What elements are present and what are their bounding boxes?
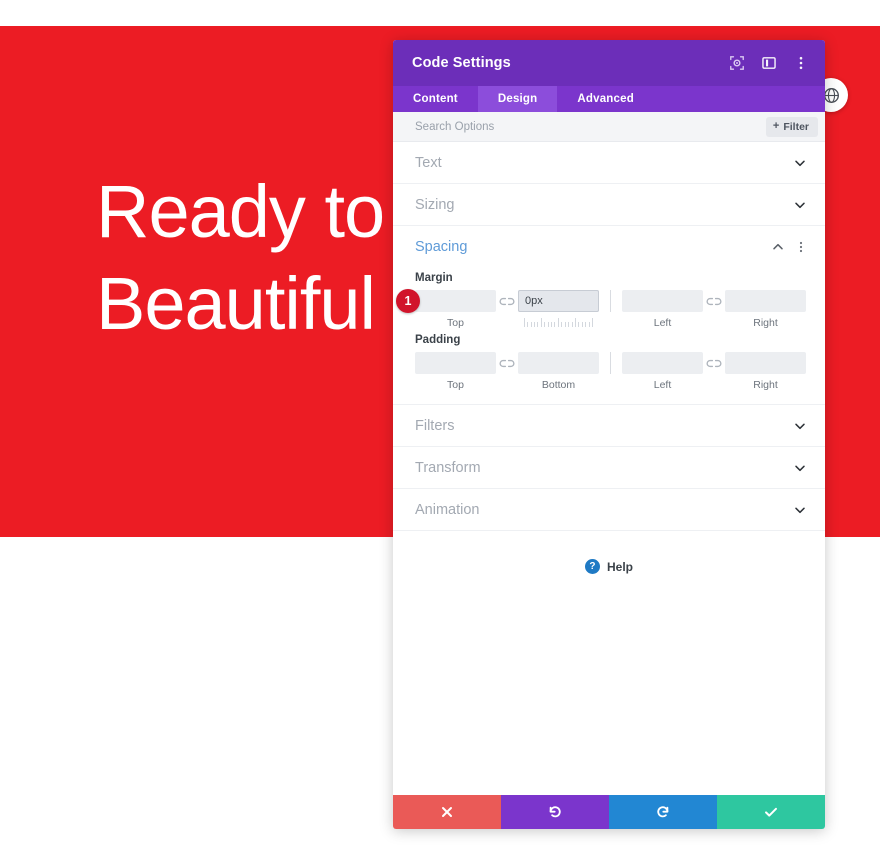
redo-button[interactable] — [609, 795, 717, 829]
section-text-label: Text — [415, 154, 442, 171]
chevron-down-icon — [792, 197, 808, 213]
section-animation[interactable]: Animation — [393, 489, 825, 531]
padding-bottom-input[interactable] — [518, 352, 599, 374]
close-icon — [440, 805, 454, 819]
section-transform-label: Transform — [415, 459, 481, 476]
padding-top-input[interactable] — [415, 352, 496, 374]
section-filters-label: Filters — [415, 417, 455, 434]
padding-right-cell: Right — [725, 352, 806, 392]
margin-top-input[interactable] — [415, 290, 496, 312]
section-sizing[interactable]: Sizing — [393, 184, 825, 226]
modal-header: Code Settings — [393, 40, 825, 86]
padding-fields: Top Bottom Left Right — [415, 352, 806, 392]
margin-left-right-pair: Left Right — [622, 290, 806, 330]
annotation-marker-1: 1 — [396, 289, 420, 313]
margin-right-input[interactable] — [725, 290, 806, 312]
section-spacing-header[interactable]: Spacing — [393, 226, 825, 268]
modal-header-actions — [727, 53, 811, 73]
tab-content[interactable]: Content — [393, 86, 478, 112]
section-spacing: Spacing Margin Top 0px Left Right Paddin… — [393, 226, 825, 405]
help-label: Help — [606, 559, 633, 574]
chevron-down-icon — [792, 418, 808, 434]
link-left-right-icon[interactable] — [703, 352, 725, 374]
padding-divider — [610, 352, 611, 374]
tab-design[interactable]: Design — [477, 86, 558, 112]
padding-left-right-pair: Left Right — [622, 352, 806, 392]
padding-left-label: Left — [653, 379, 672, 391]
help-icon: ? — [584, 559, 600, 574]
chevron-down-icon — [792, 460, 808, 476]
link-top-bottom-icon[interactable] — [496, 352, 518, 374]
section-text[interactable]: Text — [393, 142, 825, 184]
cancel-button[interactable] — [393, 795, 501, 829]
modal-tabs: Content Design Advanced — [393, 86, 825, 112]
more-vertical-icon[interactable] — [791, 53, 811, 73]
padding-group: Padding Top Bottom Left Right — [393, 334, 825, 392]
layout-panel-icon[interactable] — [759, 53, 779, 73]
link-top-bottom-icon[interactable] — [496, 290, 518, 312]
section-spacing-more-icon[interactable] — [794, 239, 808, 255]
chevron-down-icon — [792, 155, 808, 171]
margin-bottom-input[interactable] — [518, 290, 599, 312]
modal-body: Text Sizing Spacing Margin Top 0px Left … — [393, 142, 825, 795]
margin-group: Margin Top 0px Left Right — [393, 272, 825, 330]
padding-right-label: Right — [753, 379, 778, 391]
padding-label: Padding — [415, 334, 461, 346]
undo-icon — [547, 804, 563, 820]
help-link[interactable]: ? Help — [393, 531, 825, 584]
padding-left-input[interactable] — [622, 352, 703, 374]
section-sizing-label: Sizing — [415, 196, 455, 213]
save-button[interactable] — [717, 795, 825, 829]
margin-right-label: Right — [753, 317, 778, 329]
filter-button-label: Filter — [783, 120, 809, 133]
margin-top-label: Top — [447, 317, 464, 329]
padding-top-bottom-pair: Top Bottom — [415, 352, 599, 392]
section-animation-label: Animation — [415, 501, 480, 518]
section-transform[interactable]: Transform — [393, 447, 825, 489]
modal-footer — [393, 795, 825, 829]
section-filters[interactable]: Filters — [393, 405, 825, 447]
focus-icon[interactable] — [727, 53, 747, 73]
filter-button[interactable]: + Filter — [765, 116, 818, 137]
modal-title: Code Settings — [412, 55, 511, 71]
section-spacing-label: Spacing — [415, 239, 468, 255]
margin-right-cell: Right — [725, 290, 806, 330]
check-icon — [763, 804, 779, 820]
margin-top-cell: Top — [415, 290, 496, 330]
padding-top-label: Top — [447, 379, 464, 391]
margin-divider — [610, 290, 611, 312]
search-bar: + Filter — [393, 112, 825, 142]
padding-left-cell: Left — [622, 352, 703, 392]
margin-label: Margin — [415, 272, 453, 284]
padding-top-cell: Top — [415, 352, 496, 392]
undo-button[interactable] — [501, 795, 609, 829]
page-root: Ready to Beautiful Code Settings Content… — [0, 0, 880, 868]
redo-icon — [655, 804, 671, 820]
globe-icon — [823, 87, 840, 104]
margin-left-label: Left — [653, 317, 672, 329]
padding-bottom-cell: Bottom — [518, 352, 599, 392]
chevron-down-icon — [792, 502, 808, 518]
search-input[interactable] — [415, 120, 766, 133]
margin-bottom-ruler[interactable] — [523, 316, 594, 327]
padding-right-input[interactable] — [725, 352, 806, 374]
chevron-up-icon[interactable] — [770, 239, 786, 255]
margin-left-cell: Left — [622, 290, 703, 330]
margin-left-input[interactable] — [622, 290, 703, 312]
margin-bottom-cell — [518, 290, 599, 327]
padding-bottom-label: Bottom — [541, 379, 576, 391]
code-settings-modal: Code Settings Content Design Advanced Se… — [393, 40, 825, 829]
margin-top-bottom-pair: Top — [415, 290, 599, 330]
tab-advanced[interactable]: Advanced — [557, 86, 654, 112]
margin-fields: Top 0px Left Right — [415, 290, 806, 330]
plus-icon: + — [772, 120, 780, 132]
link-left-right-icon[interactable] — [703, 290, 725, 312]
